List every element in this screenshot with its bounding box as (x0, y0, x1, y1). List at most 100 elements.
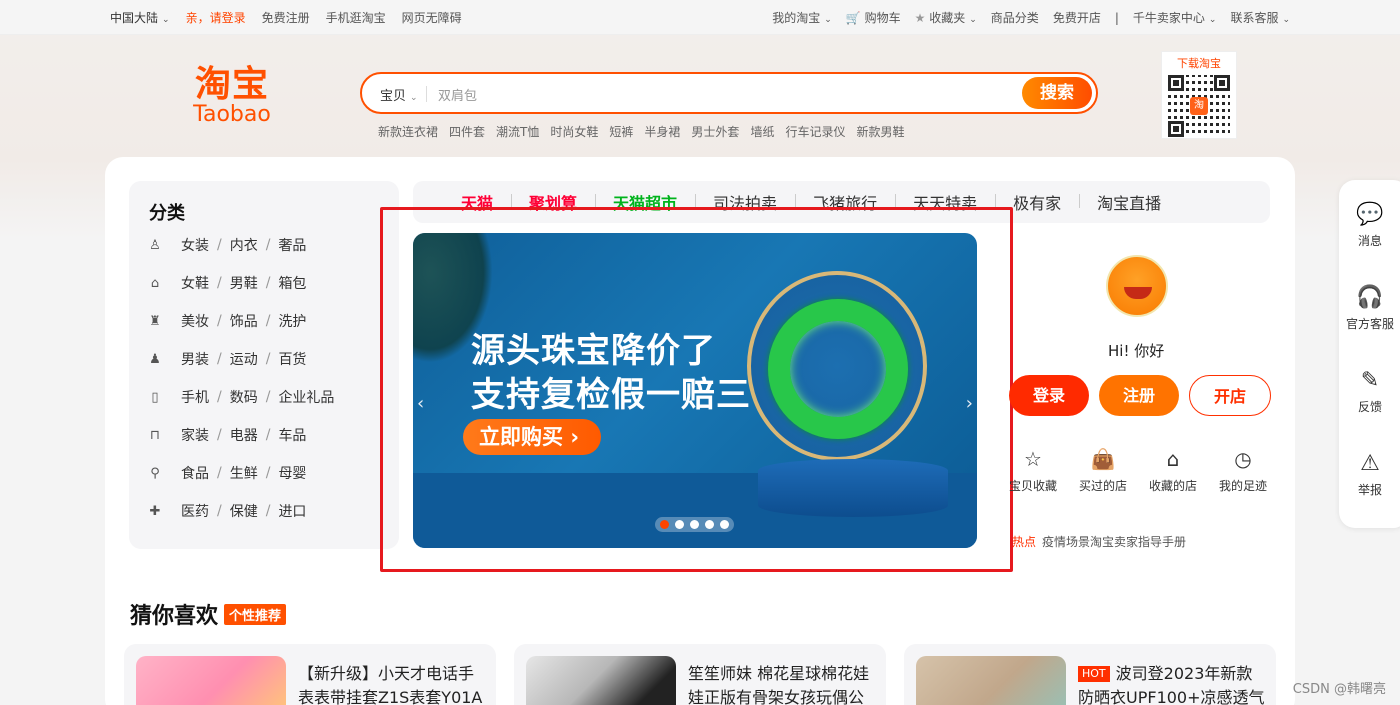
login-button[interactable]: 登录 (1009, 375, 1089, 416)
cart-link[interactable]: 🛒 购物车 (846, 9, 901, 26)
quick-link[interactable]: ◷ 我的足迹 (1219, 447, 1267, 494)
food-icon: ⚲ (150, 465, 160, 481)
prev-slide-arrow-icon[interactable]: ‹ (417, 393, 424, 414)
category-link[interactable]: 手机 (181, 387, 209, 407)
category-link[interactable]: 洗护 (278, 311, 306, 331)
category-link[interactable]: 百货 (278, 349, 306, 369)
channel-tab[interactable]: 天天特卖 (895, 190, 995, 214)
sidebar-item[interactable]: 🎧 官方客服 (1339, 285, 1400, 332)
hot-word[interactable]: 时尚女鞋 (550, 123, 598, 140)
separator: / (217, 237, 222, 253)
separator: / (217, 465, 222, 481)
channel-tab[interactable]: 天猫超市 (595, 190, 695, 214)
category-link[interactable]: 电器 (230, 425, 258, 445)
hot-word[interactable]: 新款连衣裙 (378, 123, 438, 140)
seller-center-menu[interactable]: 千牛卖家中心 ⌄ (1133, 9, 1217, 26)
category-link[interactable]: 企业礼品 (278, 387, 334, 407)
carousel-dot[interactable] (675, 520, 684, 529)
register-button[interactable]: 注册 (1099, 375, 1179, 416)
category-link[interactable]: 运动 (230, 349, 258, 369)
channel-tab[interactable]: 淘宝直播 (1079, 190, 1179, 214)
category-link[interactable]: 箱包 (278, 273, 306, 293)
hot-notice[interactable]: 热点 疫情场景淘宝卖家指导手册 (1012, 533, 1186, 550)
category-link[interactable]: 家装 (181, 425, 209, 445)
hot-word[interactable]: 潮流T恤 (496, 123, 539, 140)
hot-word[interactable]: 墙纸 (750, 123, 774, 140)
hot-word[interactable]: 新款男鞋 (856, 123, 904, 140)
region-selector[interactable]: 中国大陆 ⌄ (110, 9, 170, 26)
hot-word[interactable]: 行车记录仪 (785, 123, 845, 140)
open-shop-button[interactable]: 开店 (1189, 375, 1271, 416)
carousel-dots (655, 517, 734, 532)
category-link[interactable]: 内衣 (230, 235, 258, 255)
sidebar-item[interactable]: ✎ 反馈 (1339, 368, 1400, 415)
channel-tabs: 天猫 聚划算 天猫超市 司法拍卖 飞猪旅行 天天特卖 极有家 淘宝直播 (413, 181, 1270, 223)
accessible-link[interactable]: 网页无障碍 (402, 9, 462, 26)
sidebar-item-label: 举报 (1357, 483, 1382, 497)
product-card[interactable]: HOT波司登2023年新款防晒衣UPF100+凉感透气舒 (904, 644, 1276, 705)
category-link[interactable]: 食品 (181, 463, 209, 483)
channel-tab[interactable]: 聚划算 (511, 190, 595, 214)
category-link[interactable]: 保健 (230, 501, 258, 521)
qr-code-icon: 淘 (1168, 75, 1230, 137)
sidebar-item[interactable]: ⚠ 举报 (1339, 451, 1400, 498)
quick-link-label: 我的足迹 (1219, 479, 1268, 493)
buy-now-button[interactable]: 立即购买 › (463, 419, 601, 455)
category-link[interactable]: 生鲜 (230, 463, 258, 483)
hot-word[interactable]: 短裤 (609, 123, 633, 140)
login-link[interactable]: 亲，请登录 (186, 9, 246, 26)
chevron-right-icon: › (570, 425, 579, 449)
category-link[interactable]: 数码 (230, 387, 258, 407)
separator: / (217, 389, 222, 405)
category-link[interactable]: 饰品 (230, 311, 258, 331)
carousel-dot[interactable] (690, 520, 699, 529)
category-link[interactable]: 奢品 (278, 235, 306, 255)
download-qr[interactable]: 下载淘宝 淘 (1161, 51, 1237, 139)
taobao-logo[interactable]: 淘宝 Taobao (186, 66, 278, 128)
category-link[interactable]: 车品 (278, 425, 306, 445)
quick-link[interactable]: 👜 买过的店 (1079, 447, 1127, 494)
register-link[interactable]: 免费注册 (262, 9, 310, 26)
avatar[interactable] (1106, 255, 1168, 317)
product-title-text: 【新升级】小天才电话手表表带挂套Z1S表套Y01A (298, 664, 483, 705)
category-link[interactable]: 男装 (181, 349, 209, 369)
my-taobao-menu[interactable]: 我的淘宝 ⌄ (772, 9, 832, 26)
hot-word[interactable]: 男士外套 (691, 123, 739, 140)
category-link[interactable]: 男鞋 (230, 273, 258, 293)
headset-icon: 🎧 (1356, 285, 1384, 310)
favorites-menu[interactable]: ★ 收藏夹 ⌄ (915, 9, 977, 26)
promo-banner[interactable]: 源头珠宝降价了 支持复检假一赔三 立即购买 › ‹ › (413, 233, 977, 548)
carousel-dot[interactable] (705, 520, 714, 529)
hot-word[interactable]: 半身裙 (644, 123, 680, 140)
qr-finder (1168, 121, 1184, 137)
category-link[interactable]: 进口 (278, 501, 306, 521)
category-link[interactable]: 母婴 (278, 463, 306, 483)
hot-word[interactable]: 四件套 (449, 123, 485, 140)
search-category-select[interactable]: 宝贝 ⌄ (380, 85, 418, 104)
product-card[interactable]: 【新升级】小天才电话手表表带挂套Z1S表套Y01A (124, 644, 496, 705)
channel-tab[interactable]: 飞猪旅行 (795, 190, 895, 214)
sidebar-item[interactable]: 💬 消息 (1339, 202, 1400, 249)
carousel-dot[interactable] (660, 520, 669, 529)
watermark: CSDN @韩曙亮 (1292, 682, 1386, 697)
carousel-dot[interactable] (720, 520, 729, 529)
sidebar-item-label: 消息 (1357, 234, 1382, 248)
category-link[interactable]: 医药 (181, 501, 209, 521)
channel-tab[interactable]: 司法拍卖 (695, 190, 795, 214)
quick-link[interactable]: ☆ 宝贝收藏 (1009, 447, 1057, 494)
channel-tab[interactable]: 极有家 (995, 190, 1079, 214)
categories-link[interactable]: 商品分类 (991, 9, 1039, 26)
next-slide-arrow-icon[interactable]: › (966, 393, 973, 414)
category-link[interactable]: 美妆 (181, 311, 209, 331)
search-button[interactable]: 搜索 (1022, 77, 1092, 109)
search-input[interactable]: 双肩包 (438, 85, 477, 104)
mobile-link[interactable]: 手机逛淘宝 (326, 9, 386, 26)
category-link[interactable]: 女鞋 (181, 273, 209, 293)
channel-tab[interactable]: 天猫 (443, 190, 511, 214)
product-card[interactable]: 笙笙师妹 棉花星球棉花娃娃正版有骨架女孩玩偶公 (514, 644, 886, 705)
contact-menu[interactable]: 联系客服 ⌄ (1230, 9, 1290, 26)
banner-line-1: 源头珠宝降价了 (471, 331, 716, 371)
quick-link[interactable]: ⌂ 收藏的店 (1149, 447, 1197, 494)
category-link[interactable]: 女装 (181, 235, 209, 255)
open-shop-link[interactable]: 免费开店 (1053, 9, 1101, 26)
